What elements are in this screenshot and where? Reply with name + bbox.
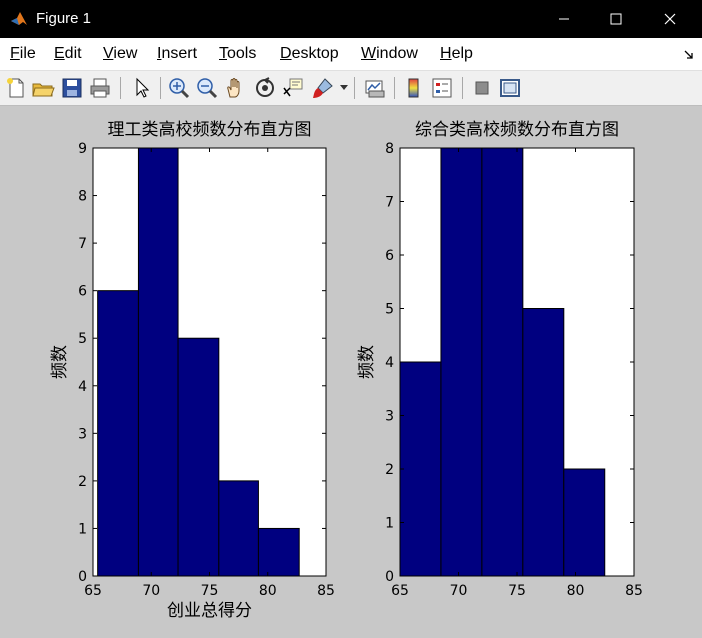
toolbar-separator xyxy=(160,77,161,99)
chart-title: 综合类高校频数分布直方图 xyxy=(415,120,619,140)
menu-window[interactable]: Window xyxy=(361,45,418,63)
histogram-engineering: 65 70 75 80 85 0 1 2 3 4 5 6 7 8 9 理工类高校频数分布直方图创业总得分 频数 xyxy=(50,120,335,621)
y-tick-label: 7 xyxy=(385,195,394,211)
menu-help[interactable]: Help xyxy=(440,45,473,63)
dock-arrow-icon[interactable] xyxy=(684,50,694,60)
menu-desktop[interactable]: Desktop xyxy=(280,45,339,63)
menu-bar: File Edit View Insert Tools Desktop Wind… xyxy=(0,38,702,71)
x-tick-label: 80 xyxy=(567,583,585,599)
data-cursor-icon[interactable] xyxy=(281,76,305,100)
y-tick-label: 8 xyxy=(78,189,87,205)
x-tick-label: 80 xyxy=(259,583,277,599)
x-tick-label: 85 xyxy=(625,583,643,599)
open-file-icon[interactable] xyxy=(31,76,55,100)
y-tick-label: 4 xyxy=(385,355,394,371)
x-tick-label: 75 xyxy=(508,583,526,599)
close-button[interactable] xyxy=(647,0,693,38)
y-tick-label: 5 xyxy=(385,302,394,318)
histogram-bar xyxy=(481,147,524,577)
link-plot-icon[interactable] xyxy=(363,76,387,100)
toolbar xyxy=(0,71,702,106)
save-icon[interactable] xyxy=(60,76,84,100)
legend-icon[interactable] xyxy=(430,76,454,100)
y-tick-label: 6 xyxy=(78,284,87,300)
y-tick-label: 1 xyxy=(385,516,394,532)
brush-dropdown-icon[interactable] xyxy=(340,85,348,91)
rotate-3d-icon[interactable] xyxy=(253,76,277,100)
x-tick-label: 65 xyxy=(84,583,102,599)
hide-plot-tools-icon[interactable] xyxy=(470,76,494,100)
y-tick-label: 2 xyxy=(78,474,87,490)
histogram-bar xyxy=(218,480,259,577)
toolbar-separator xyxy=(120,77,121,99)
y-tick-label: 7 xyxy=(78,236,87,252)
pan-hand-icon[interactable] xyxy=(223,76,247,100)
pointer-icon[interactable] xyxy=(129,76,153,100)
histogram-bar xyxy=(399,361,442,577)
y-axis-label: 频数 xyxy=(50,345,70,379)
toolbar-separator xyxy=(462,77,463,99)
x-tick-label: 85 xyxy=(317,583,335,599)
y-tick-label: 0 xyxy=(78,569,87,585)
show-plot-tools-icon[interactable] xyxy=(498,76,522,100)
chart-title: 理工类高校频数分布直方图 xyxy=(108,120,312,140)
menu-file[interactable]: File xyxy=(10,45,36,63)
y-tick-label: 3 xyxy=(78,426,87,442)
brush-icon[interactable] xyxy=(311,76,335,100)
x-tick-label: 70 xyxy=(450,583,468,599)
figure-area: 65 70 75 80 85 0 1 2 3 4 5 6 7 8 9 理工类高校频数分布直方图 创业总得分 频数 … xyxy=(0,106,702,634)
y-tick-label: 5 xyxy=(78,331,87,347)
matlab-logo-icon xyxy=(11,12,27,25)
y-tick-label: 3 xyxy=(385,409,394,425)
histogram-bar xyxy=(137,147,179,577)
menu-tools[interactable]: Tools xyxy=(219,45,256,63)
y-tick-label: 1 xyxy=(78,521,87,537)
title-bar: Figure 1 xyxy=(0,0,702,38)
histogram-comprehensive: 65 70 75 80 85 0 1 2 3 4 5 6 7 8 综合类高校频数分布直方图频数 xyxy=(357,120,643,599)
histogram-bar xyxy=(177,337,220,577)
x-tick-label: 65 xyxy=(391,583,409,599)
menu-insert[interactable]: Insert xyxy=(157,45,197,63)
y-tick-label: 6 xyxy=(385,248,394,264)
y-tick-label: 0 xyxy=(385,569,394,585)
toolbar-separator xyxy=(354,77,355,99)
histogram-bar xyxy=(257,527,300,577)
close-icon xyxy=(664,13,676,25)
menu-view[interactable]: View xyxy=(103,45,137,63)
histogram-figure: 65 70 75 80 850123456789理工类高校频数分布直方图创业总得分频数 … xyxy=(50,120,643,621)
y-tick-label: 2 xyxy=(385,462,394,478)
histogram-bar xyxy=(522,308,565,577)
y-axis-label: 频数 xyxy=(357,345,377,379)
new-figure-icon[interactable] xyxy=(4,76,28,100)
window-title: Figure 1 xyxy=(36,10,92,27)
print-icon[interactable] xyxy=(88,76,112,100)
menu-edit[interactable]: Edit xyxy=(54,45,82,63)
zoom-out-icon[interactable] xyxy=(195,76,219,100)
x-tick-label: 70 xyxy=(142,583,160,599)
toolbar-separator xyxy=(394,77,395,99)
x-tick-label: 75 xyxy=(201,583,219,599)
minimize-icon xyxy=(559,18,569,20)
x-axis-label: 创业总得分 xyxy=(167,601,252,621)
histogram-bar xyxy=(97,290,139,577)
y-tick-label: 4 xyxy=(78,379,87,395)
histogram-bar xyxy=(563,468,606,577)
maximize-button[interactable] xyxy=(593,0,639,38)
y-tick-label: 8 xyxy=(385,141,394,157)
minimize-button[interactable] xyxy=(541,0,587,38)
y-tick-label: 9 xyxy=(78,141,87,157)
histogram-bar xyxy=(440,147,483,577)
maximize-icon xyxy=(610,13,622,25)
colorbar-icon[interactable] xyxy=(402,76,426,100)
zoom-in-icon[interactable] xyxy=(167,76,191,100)
